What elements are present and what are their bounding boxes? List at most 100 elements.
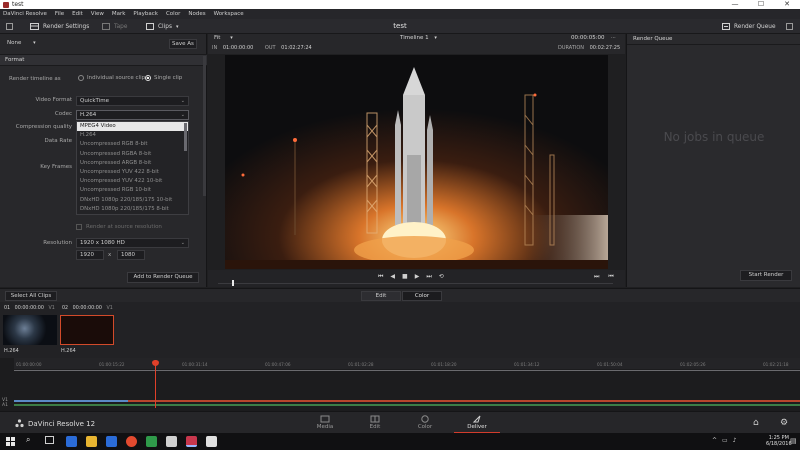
home-icon[interactable]: ⌂ — [753, 418, 759, 428]
codec-option[interactable]: Uncompressed RGB 10-bit — [77, 186, 188, 195]
scrubber-track[interactable] — [218, 283, 613, 284]
dropdown-scrollbar[interactable] — [184, 123, 187, 151]
maximize-button[interactable]: ☐ — [748, 0, 774, 9]
panel-scrollbar[interactable] — [203, 56, 206, 196]
menu-davinci[interactable]: DaVinci Resolve — [3, 11, 47, 17]
ruler-tick: 01:00:00:00 — [16, 362, 42, 367]
play-reverse-icon[interactable]: ◀ — [390, 273, 395, 281]
individual-clips-radio[interactable]: Individual source clips — [78, 75, 148, 81]
edge-browser-icon[interactable] — [66, 436, 77, 447]
mark-out-icon[interactable]: ⏮ — [608, 273, 613, 281]
media-app-icon[interactable] — [206, 436, 217, 447]
menu-playback[interactable]: Playback — [133, 11, 158, 17]
windows-start-icon[interactable] — [6, 437, 15, 446]
timeline-ruler[interactable]: 01:00:00:00 01:00:15:22 01:00:31:14 01:0… — [14, 358, 800, 369]
zoom-fit-select[interactable]: Fit ▾ — [214, 35, 233, 41]
codec-select[interactable]: H.264 ⌄ — [76, 110, 189, 120]
timeline-name: Timeline 1 — [400, 35, 429, 41]
playhead[interactable] — [155, 360, 156, 408]
rocket-launch-frame — [225, 55, 608, 269]
network-icon[interactable]: ▭ — [722, 437, 728, 444]
menu-workspace[interactable]: Workspace — [214, 11, 244, 17]
clip-thumbnail-selected[interactable] — [60, 315, 114, 345]
codec-option[interactable]: Uncompressed YUV 422 8-bit — [77, 168, 188, 177]
chevron-down-icon: ⌄ — [180, 240, 185, 246]
menu-nodes[interactable]: Nodes — [188, 11, 205, 17]
clip-bar-v1-selected[interactable] — [128, 400, 800, 402]
close-button[interactable]: ✕ — [774, 0, 800, 9]
codec-option[interactable]: Uncompressed RGBA 8-bit — [77, 150, 188, 159]
search-icon[interactable]: ⌕ — [26, 435, 30, 445]
right-panel-toggle[interactable] — [786, 19, 797, 34]
render-queue-button[interactable]: Render Queue — [722, 19, 776, 34]
color-view-toggle[interactable]: Color — [402, 291, 442, 301]
loop-icon[interactable]: ⟲ — [439, 273, 444, 281]
render-source-res-checkbox[interactable]: Render at source resolution — [76, 224, 162, 230]
timeline-area[interactable]: 01:00:00:00 01:00:15:22 01:00:31:14 01:0… — [0, 358, 800, 411]
start-render-button[interactable]: Start Render — [740, 270, 792, 281]
menu-file[interactable]: File — [55, 11, 64, 17]
resolution-select[interactable]: 1920 x 1080 HD ⌄ — [76, 238, 189, 248]
minimize-button[interactable]: — — [722, 0, 748, 9]
menu-view[interactable]: View — [91, 11, 104, 17]
codec-option[interactable]: MPEG4 Video — [77, 122, 188, 132]
tape-button[interactable]: Tape — [102, 19, 127, 34]
gear-icon[interactable]: ⚙ — [780, 418, 788, 428]
codec-option[interactable]: Uncompressed ARGB 8-bit — [77, 159, 188, 168]
tray-chevron-icon[interactable]: ^ — [712, 437, 717, 444]
single-clip-radio[interactable]: Single clip — [145, 75, 182, 81]
stop-icon[interactable]: ■ — [402, 273, 408, 281]
jump-start-icon[interactable]: ⏮ — [378, 273, 383, 281]
camtasia-icon[interactable] — [146, 436, 157, 447]
video-viewer[interactable] — [225, 55, 608, 269]
add-to-render-queue-button[interactable]: Add to Render Queue — [127, 272, 199, 283]
render-settings-button[interactable]: Render Settings — [30, 19, 89, 34]
page-media[interactable]: Media — [305, 415, 345, 430]
jump-end-icon[interactable]: ⏭ — [426, 273, 431, 281]
store-icon[interactable] — [106, 436, 117, 447]
mark-in-icon[interactable]: ⏭ — [594, 273, 599, 281]
codec-option[interactable]: DNxHD 1080p 220/185/175 10-bit — [77, 196, 188, 205]
clip-thumbnail-earth[interactable] — [3, 315, 57, 345]
chevron-down-icon: ⌄ — [180, 112, 185, 118]
notifications-icon[interactable]: ▤ — [790, 437, 797, 445]
menu-mark[interactable]: Mark — [112, 11, 126, 17]
clips-button[interactable]: Clips ▾ — [146, 19, 178, 34]
chrome-icon[interactable] — [126, 436, 137, 447]
width-input[interactable]: 1920 — [76, 250, 104, 260]
scrubber-handle[interactable] — [232, 280, 234, 286]
color-page-icon — [421, 415, 429, 423]
clip-bar-v1[interactable] — [14, 400, 128, 402]
system-clock[interactable]: 1:25 PM 6/18/2016 — [766, 435, 792, 447]
menu-edit[interactable]: Edit — [72, 11, 83, 17]
codec-option[interactable]: Uncompressed RGB 8-bit — [77, 140, 188, 149]
task-view-icon[interactable] — [45, 436, 54, 444]
timeline-select[interactable]: Timeline 1 ▾ — [400, 35, 437, 41]
clip-bar-a1[interactable] — [14, 404, 800, 406]
app-icon[interactable] — [166, 436, 177, 447]
video-format-select[interactable]: QuickTime ⌄ — [76, 96, 189, 106]
tape-label: Tape — [114, 23, 128, 30]
height-input[interactable]: 1080 — [117, 250, 145, 260]
out-label: OUT — [264, 45, 276, 51]
page-edit[interactable]: Edit — [355, 415, 395, 430]
codec-option[interactable]: H.264 — [77, 131, 188, 140]
davinci-resolve-taskbar-icon[interactable] — [186, 436, 197, 447]
menu-color[interactable]: Color — [166, 11, 180, 17]
select-all-clips-button[interactable]: Select All Clips — [5, 291, 57, 301]
codec-option[interactable]: DNxHD 1080p 220/185/175 8-bit — [77, 205, 188, 214]
panel-toggle-button[interactable] — [6, 19, 17, 34]
format-section-header[interactable]: Format — [0, 54, 207, 66]
file-explorer-icon[interactable] — [86, 436, 97, 447]
preset-select[interactable]: None ▾ — [7, 40, 36, 46]
edit-view-toggle[interactable]: Edit — [361, 291, 401, 301]
page-color[interactable]: Color — [405, 415, 445, 430]
play-icon[interactable]: ▶ — [415, 273, 420, 281]
render-queue-icon — [722, 23, 730, 30]
codec-dropdown-list[interactable]: MPEG4 Video H.264 Uncompressed RGB 8-bit… — [76, 121, 189, 215]
codec-option[interactable]: Uncompressed YUV 422 10-bit — [77, 177, 188, 186]
viewer-options-icon[interactable]: ⋯ — [611, 35, 616, 41]
volume-icon[interactable]: ♪ — [733, 437, 737, 444]
page-deliver[interactable]: Deliver — [454, 415, 500, 434]
save-as-button[interactable]: Save As — [169, 39, 197, 49]
